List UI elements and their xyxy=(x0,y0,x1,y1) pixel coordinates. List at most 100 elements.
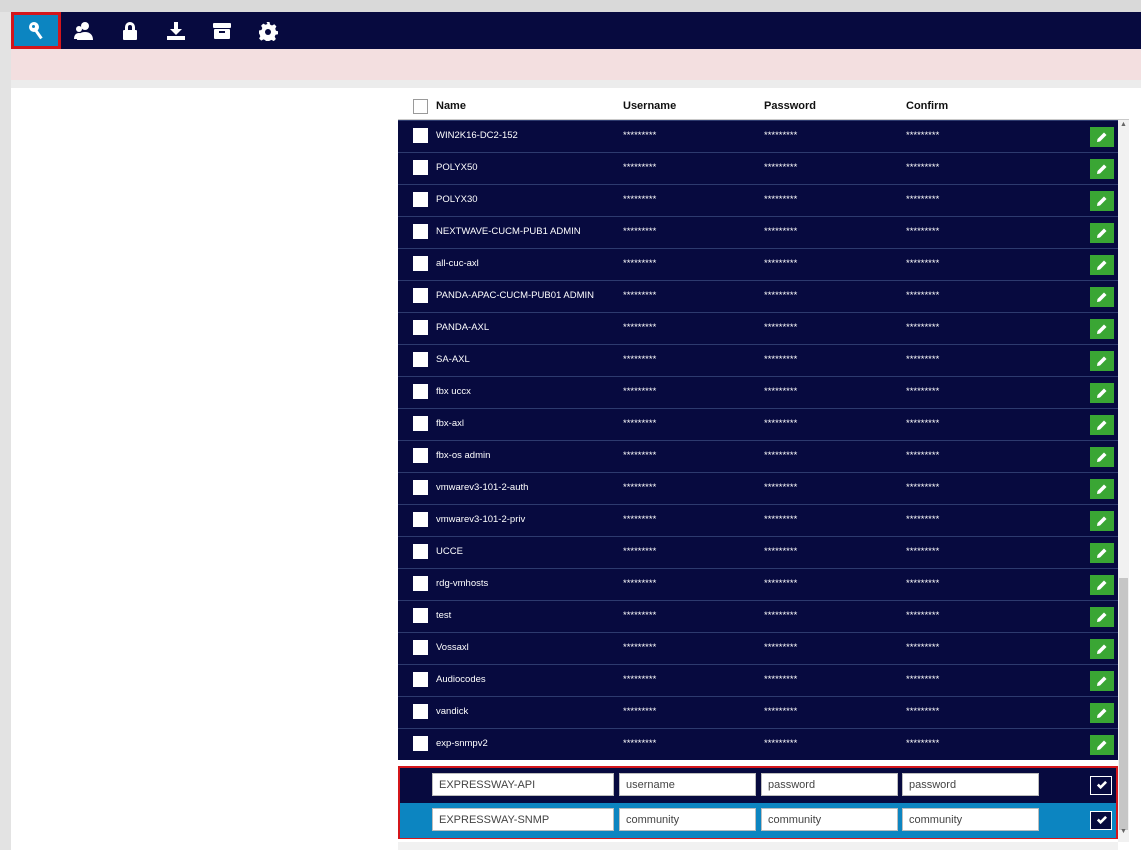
row-checkbox[interactable] xyxy=(413,672,428,687)
row-checkbox[interactable] xyxy=(413,192,428,207)
grid-rows: WIN2K16-DC2-152 ********* ********* *******… xyxy=(398,120,1118,850)
credentials-tab-button[interactable] xyxy=(11,12,61,49)
username-input[interactable] xyxy=(619,773,756,796)
row-checkbox[interactable] xyxy=(413,640,428,655)
confirm-input[interactable] xyxy=(902,808,1039,831)
row-checkbox[interactable] xyxy=(413,160,428,175)
table-row[interactable]: vandick ********* ********* ********* xyxy=(398,696,1118,728)
table-row[interactable]: fbx-axl ********* ********* ********* xyxy=(398,408,1118,440)
save-row-button[interactable] xyxy=(1090,776,1112,795)
edit-row-button[interactable] xyxy=(1090,543,1114,563)
edit-row-button[interactable] xyxy=(1090,575,1114,595)
row-checkbox[interactable] xyxy=(413,224,428,239)
table-row[interactable]: fbx-os admin ********* ********* ********* xyxy=(398,440,1118,472)
name-input[interactable] xyxy=(432,808,614,831)
download-tab-button[interactable] xyxy=(153,12,199,49)
pencil-icon xyxy=(1097,612,1107,622)
pencil-icon xyxy=(1097,132,1107,142)
table-row[interactable]: PANDA-APAC-CUCM-PUB01 ADMIN ********* ****… xyxy=(398,280,1118,312)
name-input[interactable] xyxy=(432,773,614,796)
table-row[interactable]: vmwarev3-101-2-auth ********* ********* ***… xyxy=(398,472,1118,504)
cell-name: fbx-os admin xyxy=(436,450,491,461)
edit-row-button[interactable] xyxy=(1090,703,1114,723)
row-checkbox[interactable] xyxy=(413,288,428,303)
table-row[interactable]: WIN2K16-DC2-152 ********* ********* *******… xyxy=(398,120,1118,152)
archive-tab-button[interactable] xyxy=(199,12,245,49)
row-checkbox[interactable] xyxy=(413,480,428,495)
row-checkbox[interactable] xyxy=(413,544,428,559)
edit-row-button[interactable] xyxy=(1090,415,1114,435)
column-header-confirm[interactable]: Confirm xyxy=(906,100,948,112)
table-row[interactable]: rdg-vmhosts ********* ********* ********* xyxy=(398,568,1118,600)
edit-row-button[interactable] xyxy=(1090,479,1114,499)
row-checkbox[interactable] xyxy=(413,608,428,623)
edit-row-button[interactable] xyxy=(1090,319,1114,339)
edit-row-button[interactable] xyxy=(1090,351,1114,371)
edit-row-button[interactable] xyxy=(1090,447,1114,467)
confirm-input[interactable] xyxy=(902,773,1039,796)
cell-confirm: ********* xyxy=(906,738,940,749)
cell-confirm: ********* xyxy=(906,130,940,141)
column-header-name[interactable]: Name xyxy=(436,100,466,112)
edit-row-button[interactable] xyxy=(1090,511,1114,531)
select-all-checkbox[interactable] xyxy=(413,99,428,114)
edit-row-button[interactable] xyxy=(1090,639,1114,659)
edit-row-button[interactable] xyxy=(1090,127,1114,147)
edit-row-button[interactable] xyxy=(1090,287,1114,307)
table-row[interactable]: SA-AXL ********* ********* ********* xyxy=(398,344,1118,376)
edit-row-button[interactable] xyxy=(1090,607,1114,627)
cell-confirm: ********* xyxy=(906,354,940,365)
column-header-password[interactable]: Password xyxy=(764,100,816,112)
table-row[interactable]: test ********* ********* ********* xyxy=(398,600,1118,632)
table-row[interactable]: Audiocodes ********* ********* ********* xyxy=(398,664,1118,696)
cell-password: ********* xyxy=(764,514,798,525)
table-row[interactable]: exp-snmpv2 ********* ********* ********* xyxy=(398,728,1118,760)
edit-row-button[interactable] xyxy=(1090,159,1114,179)
row-checkbox[interactable] xyxy=(413,736,428,751)
settings-tab-button[interactable] xyxy=(245,12,291,49)
cell-username: ********* xyxy=(623,290,657,301)
password-input[interactable] xyxy=(761,773,898,796)
cell-confirm: ********* xyxy=(906,674,940,685)
table-row[interactable]: UCCE ********* ********* ********* xyxy=(398,536,1118,568)
table-row[interactable]: NEXTWAVE-CUCM-PUB1 ADMIN ********* *******… xyxy=(398,216,1118,248)
users-tab-button[interactable] xyxy=(61,12,107,49)
security-tab-button[interactable] xyxy=(107,12,153,49)
table-row[interactable]: all-cuc-axl ********* ********* ********* xyxy=(398,248,1118,280)
row-checkbox[interactable] xyxy=(413,448,428,463)
cell-password: ********* xyxy=(764,354,798,365)
row-checkbox[interactable] xyxy=(413,512,428,527)
row-checkbox[interactable] xyxy=(413,352,428,367)
row-checkbox[interactable] xyxy=(413,128,428,143)
table-row[interactable]: POLYX50 ********* ********* ********* xyxy=(398,152,1118,184)
toolbar xyxy=(11,12,1141,49)
table-row[interactable]: POLYX30 ********* ********* ********* xyxy=(398,184,1118,216)
pencil-icon xyxy=(1097,740,1107,750)
vertical-scrollbar[interactable]: ▲ ▼ xyxy=(1118,120,1129,842)
row-checkbox[interactable] xyxy=(413,704,428,719)
row-checkbox[interactable] xyxy=(413,256,428,271)
table-row[interactable]: vmwarev3-101-2-priv ********* ********* ***… xyxy=(398,504,1118,536)
table-row[interactable]: fbx uccx ********* ********* ********* xyxy=(398,376,1118,408)
save-row-button[interactable] xyxy=(1090,811,1112,830)
edit-row-button[interactable] xyxy=(1090,735,1114,755)
username-input[interactable] xyxy=(619,808,756,831)
edit-row-button[interactable] xyxy=(1090,383,1114,403)
scrollbar-thumb[interactable] xyxy=(1119,578,1128,830)
cell-password: ********* xyxy=(764,194,798,205)
row-checkbox[interactable] xyxy=(413,576,428,591)
table-row[interactable]: Vossaxl ********* ********* ********* xyxy=(398,632,1118,664)
scroll-down-arrow[interactable]: ▼ xyxy=(1118,828,1129,835)
scroll-up-arrow[interactable]: ▲ xyxy=(1118,121,1129,128)
row-checkbox[interactable] xyxy=(413,416,428,431)
edit-row-button[interactable] xyxy=(1090,223,1114,243)
password-input[interactable] xyxy=(761,808,898,831)
row-checkbox[interactable] xyxy=(413,320,428,335)
edit-row-button[interactable] xyxy=(1090,255,1114,275)
horizontal-scrollbar[interactable] xyxy=(398,842,1118,850)
table-row[interactable]: PANDA-AXL ********* ********* ********* xyxy=(398,312,1118,344)
column-header-username[interactable]: Username xyxy=(623,100,676,112)
row-checkbox[interactable] xyxy=(413,384,428,399)
edit-row-button[interactable] xyxy=(1090,191,1114,211)
edit-row-button[interactable] xyxy=(1090,671,1114,691)
